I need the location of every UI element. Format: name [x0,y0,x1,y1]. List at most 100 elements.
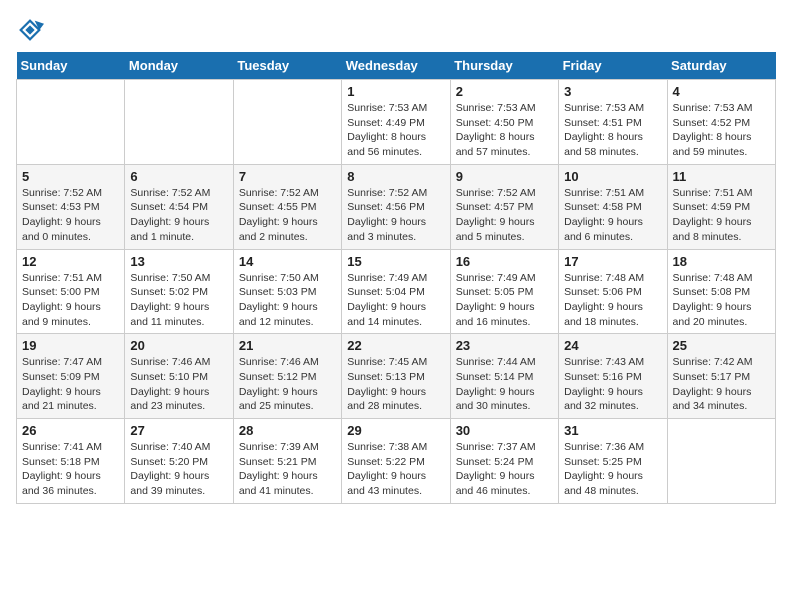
day-info: Sunrise: 7:53 AM Sunset: 4:52 PM Dayligh… [673,101,770,160]
day-info: Sunrise: 7:49 AM Sunset: 5:05 PM Dayligh… [456,271,553,330]
day-cell: 27 Sunrise: 7:40 AM Sunset: 5:20 PM Dayli… [125,419,233,504]
day-cell: 30Sunrise: 7:37 AM Sunset: 5:24 PM Dayli… [450,419,558,504]
weekday-header-wednesday: Wednesday [342,52,450,80]
day-cell: 13 Sunrise: 7:50 AM Sunset: 5:02 PM Dayli… [125,249,233,334]
day-info: Sunrise: 7:49 AM Sunset: 5:04 PM Dayligh… [347,271,444,330]
calendar-table: SundayMondayTuesdayWednesdayThursdayFrid… [16,52,776,504]
day-cell: 6 Sunrise: 7:52 AM Sunset: 4:54 PM Daylig… [125,164,233,249]
day-number: 24 [564,338,661,353]
day-info: Sunrise: 7:51 AM Sunset: 5:00 PM Dayligh… [22,271,119,330]
day-number: 21 [239,338,336,353]
day-cell: 14 Sunrise: 7:50 AM Sunset: 5:03 PM Dayli… [233,249,341,334]
weekday-header-saturday: Saturday [667,52,775,80]
day-number: 23 [456,338,553,353]
day-info: Sunrise: 7:38 AM Sunset: 5:22 PM Dayligh… [347,440,444,499]
day-number: 12 [22,254,119,269]
day-number: 11 [673,169,770,184]
day-cell: 31 Sunrise: 7:36 AM Sunset: 5:25 PM Dayli… [559,419,667,504]
weekday-header-row: SundayMondayTuesdayWednesdayThursdayFrid… [17,52,776,80]
day-cell: 10Sunrise: 7:51 AM Sunset: 4:58 PM Dayli… [559,164,667,249]
day-cell: 3 Sunrise: 7:53 AM Sunset: 4:51 PM Daylig… [559,80,667,165]
day-info: Sunrise: 7:47 AM Sunset: 5:09 PM Dayligh… [22,355,119,414]
day-cell: 1 Sunrise: 7:53 AM Sunset: 4:49 PM Daylig… [342,80,450,165]
day-cell: 18 Sunrise: 7:48 AM Sunset: 5:08 PM Dayli… [667,249,775,334]
day-number: 19 [22,338,119,353]
day-cell: 5Sunrise: 7:52 AM Sunset: 4:53 PM Daylig… [17,164,125,249]
day-cell: 24 Sunrise: 7:43 AM Sunset: 5:16 PM Dayli… [559,334,667,419]
day-number: 4 [673,84,770,99]
day-number: 9 [456,169,553,184]
day-number: 8 [347,169,444,184]
day-cell: 22 Sunrise: 7:45 AM Sunset: 5:13 PM Dayli… [342,334,450,419]
week-row-5: 26Sunrise: 7:41 AM Sunset: 5:18 PM Dayli… [17,419,776,504]
day-number: 10 [564,169,661,184]
day-info: Sunrise: 7:40 AM Sunset: 5:20 PM Dayligh… [130,440,227,499]
day-info: Sunrise: 7:44 AM Sunset: 5:14 PM Dayligh… [456,355,553,414]
day-number: 27 [130,423,227,438]
day-cell: 12 Sunrise: 7:51 AM Sunset: 5:00 PM Dayli… [17,249,125,334]
day-number: 31 [564,423,661,438]
day-info: Sunrise: 7:53 AM Sunset: 4:49 PM Dayligh… [347,101,444,160]
day-info: Sunrise: 7:50 AM Sunset: 5:02 PM Dayligh… [130,271,227,330]
day-info: Sunrise: 7:50 AM Sunset: 5:03 PM Dayligh… [239,271,336,330]
week-row-3: 12 Sunrise: 7:51 AM Sunset: 5:00 PM Dayli… [17,249,776,334]
day-cell: 2 Sunrise: 7:53 AM Sunset: 4:50 PM Daylig… [450,80,558,165]
day-info: Sunrise: 7:46 AM Sunset: 5:12 PM Dayligh… [239,355,336,414]
weekday-header-friday: Friday [559,52,667,80]
day-number: 25 [673,338,770,353]
day-number: 29 [347,423,444,438]
day-cell: 8 Sunrise: 7:52 AM Sunset: 4:56 PM Daylig… [342,164,450,249]
day-number: 18 [673,254,770,269]
day-info: Sunrise: 7:48 AM Sunset: 5:06 PM Dayligh… [564,271,661,330]
day-info: Sunrise: 7:52 AM Sunset: 4:56 PM Dayligh… [347,186,444,245]
week-row-4: 19 Sunrise: 7:47 AM Sunset: 5:09 PM Dayli… [17,334,776,419]
day-number: 28 [239,423,336,438]
day-number: 1 [347,84,444,99]
week-row-1: 1 Sunrise: 7:53 AM Sunset: 4:49 PM Daylig… [17,80,776,165]
day-cell: 7Sunrise: 7:52 AM Sunset: 4:55 PM Daylig… [233,164,341,249]
day-cell [233,80,341,165]
logo-icon [16,16,44,44]
day-cell [125,80,233,165]
day-info: Sunrise: 7:52 AM Sunset: 4:54 PM Dayligh… [130,186,227,245]
day-cell: 17Sunrise: 7:48 AM Sunset: 5:06 PM Dayli… [559,249,667,334]
day-cell: 25 Sunrise: 7:42 AM Sunset: 5:17 PM Dayli… [667,334,775,419]
day-number: 26 [22,423,119,438]
day-info: Sunrise: 7:37 AM Sunset: 5:24 PM Dayligh… [456,440,553,499]
day-info: Sunrise: 7:43 AM Sunset: 5:16 PM Dayligh… [564,355,661,414]
day-number: 22 [347,338,444,353]
day-cell [17,80,125,165]
day-number: 5 [22,169,119,184]
day-info: Sunrise: 7:36 AM Sunset: 5:25 PM Dayligh… [564,440,661,499]
day-info: Sunrise: 7:53 AM Sunset: 4:50 PM Dayligh… [456,101,553,160]
day-info: Sunrise: 7:39 AM Sunset: 5:21 PM Dayligh… [239,440,336,499]
day-number: 3 [564,84,661,99]
day-number: 6 [130,169,227,184]
day-cell: 9Sunrise: 7:52 AM Sunset: 4:57 PM Daylig… [450,164,558,249]
day-cell: 11Sunrise: 7:51 AM Sunset: 4:59 PM Dayli… [667,164,775,249]
weekday-header-sunday: Sunday [17,52,125,80]
day-cell: 23 Sunrise: 7:44 AM Sunset: 5:14 PM Dayli… [450,334,558,419]
day-cell: 15 Sunrise: 7:49 AM Sunset: 5:04 PM Dayli… [342,249,450,334]
day-number: 2 [456,84,553,99]
day-number: 13 [130,254,227,269]
day-number: 15 [347,254,444,269]
day-number: 14 [239,254,336,269]
weekday-header-monday: Monday [125,52,233,80]
day-cell: 16 Sunrise: 7:49 AM Sunset: 5:05 PM Dayli… [450,249,558,334]
weekday-header-tuesday: Tuesday [233,52,341,80]
day-cell: 21 Sunrise: 7:46 AM Sunset: 5:12 PM Dayli… [233,334,341,419]
day-info: Sunrise: 7:42 AM Sunset: 5:17 PM Dayligh… [673,355,770,414]
day-info: Sunrise: 7:48 AM Sunset: 5:08 PM Dayligh… [673,271,770,330]
day-info: Sunrise: 7:53 AM Sunset: 4:51 PM Dayligh… [564,101,661,160]
day-cell: 26Sunrise: 7:41 AM Sunset: 5:18 PM Dayli… [17,419,125,504]
day-info: Sunrise: 7:45 AM Sunset: 5:13 PM Dayligh… [347,355,444,414]
day-cell: 19 Sunrise: 7:47 AM Sunset: 5:09 PM Dayli… [17,334,125,419]
week-row-2: 5Sunrise: 7:52 AM Sunset: 4:53 PM Daylig… [17,164,776,249]
day-number: 16 [456,254,553,269]
day-cell [667,419,775,504]
day-info: Sunrise: 7:46 AM Sunset: 5:10 PM Dayligh… [130,355,227,414]
day-number: 20 [130,338,227,353]
day-cell: 28 Sunrise: 7:39 AM Sunset: 5:21 PM Dayli… [233,419,341,504]
weekday-header-thursday: Thursday [450,52,558,80]
